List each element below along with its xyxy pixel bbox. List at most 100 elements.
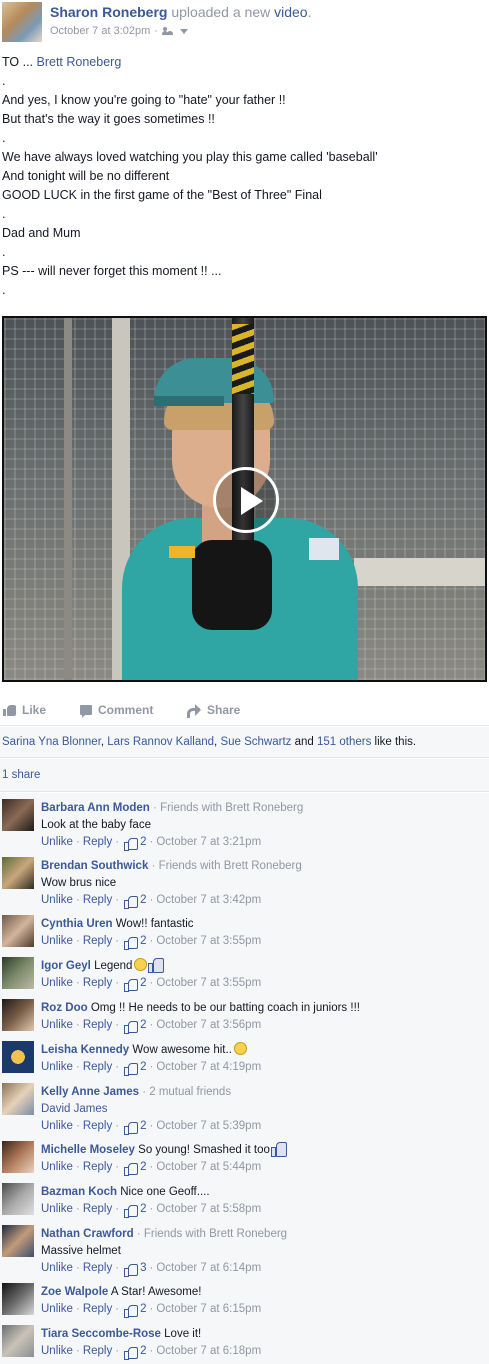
comment-button[interactable]: Comment [80,703,489,718]
avatar[interactable] [2,1283,34,1315]
unlike-link[interactable]: Unlike [41,933,73,950]
avatar[interactable] [2,1325,34,1357]
commenter-name[interactable]: Leisha Kennedy [41,1044,129,1056]
unlike-link[interactable]: Unlike [41,1059,73,1076]
comment-timestamp[interactable]: October 7 at 6:14pm [156,1260,261,1277]
comment-timestamp[interactable]: October 7 at 6:15pm [156,1301,261,1318]
commenter-name[interactable]: Cynthia Uren [41,918,113,930]
likes-others-link[interactable]: 151 others [317,736,371,748]
unlike-link[interactable]: Unlike [41,834,73,851]
friends-icon[interactable] [161,26,174,36]
reply-link[interactable]: Reply [83,975,112,992]
action-suffix: . [307,4,312,20]
comment-like-count[interactable]: 2 [140,1201,146,1218]
unlike-link[interactable]: Unlike [41,1118,73,1135]
comment-like-count[interactable]: 2 [140,1017,146,1034]
comment-item: Cynthia Uren Wow!! fantastic Unlike · Rep… [0,909,489,951]
comment-timestamp[interactable]: October 7 at 5:44pm [156,1159,261,1176]
commenter-name[interactable]: Bazman Koch [41,1186,117,1198]
share-button[interactable]: Share [187,703,240,718]
video-player[interactable] [2,316,487,682]
avatar[interactable] [2,1225,34,1257]
post-timestamp[interactable]: October 7 at 3:02pm [50,25,150,37]
avatar[interactable] [2,1041,34,1073]
reply-link[interactable]: Reply [83,1201,112,1218]
chevron-down-icon[interactable] [179,28,188,34]
author-name[interactable]: Sharon Roneberg [50,4,167,20]
avatar[interactable] [2,915,34,947]
comment-timestamp[interactable]: October 7 at 5:39pm [156,1118,261,1135]
comment-text: Love it! [164,1328,202,1340]
unlike-link[interactable]: Unlike [41,1260,73,1277]
comment-meta: Unlike · Reply · 2 · October 7 at 5:58pm [41,1201,487,1218]
comment-like-count[interactable]: 2 [140,1118,146,1135]
reply-link[interactable]: Reply [83,892,112,909]
comment-like-count[interactable]: 2 [140,975,146,992]
video-link[interactable]: video [274,4,307,20]
grin-emoji-icon [134,958,148,971]
reply-link[interactable]: Reply [83,1159,112,1176]
unlike-link[interactable]: Unlike [41,1159,73,1176]
commenter-name[interactable]: Igor Geyl [41,960,91,972]
liker-link[interactable]: Sarina Yna Blonner [2,736,101,748]
like-button[interactable]: Like [3,703,46,717]
comment-like-count[interactable]: 2 [140,1159,146,1176]
comment-timestamp[interactable]: October 7 at 3:42pm [156,892,261,909]
unlike-link[interactable]: Unlike [41,1201,73,1218]
commenter-name[interactable]: Michelle Moseley [41,1144,135,1156]
shares-link[interactable]: 1 share [2,769,40,781]
liker-link[interactable]: Lars Rannov Kalland [107,736,214,748]
comment-text: A Star! Awesome! [110,1286,202,1298]
unlike-link[interactable]: Unlike [41,975,73,992]
unlike-link[interactable]: Unlike [41,1301,73,1318]
comment-like-count[interactable]: 2 [140,1343,146,1360]
reply-link[interactable]: Reply [83,933,112,950]
comment-timestamp[interactable]: October 7 at 5:58pm [156,1201,261,1218]
tagged-person-link[interactable]: Brett Roneberg [37,55,122,69]
reply-link[interactable]: Reply [83,1059,112,1076]
avatar[interactable] [2,1083,34,1115]
play-icon[interactable] [213,467,279,533]
reply-link[interactable]: Reply [83,1301,112,1318]
comment-timestamp[interactable]: October 7 at 3:55pm [156,933,261,950]
comment-like-count[interactable]: 3 [140,1260,146,1277]
unlike-link[interactable]: Unlike [41,1017,73,1034]
avatar[interactable] [2,957,34,989]
avatar[interactable] [2,857,34,889]
author-avatar[interactable] [2,2,42,42]
commenter-name[interactable]: Tiara Seccombe-Rose [41,1328,161,1340]
commenter-name[interactable]: Kelly Anne James [41,1086,139,1098]
comment-like-count[interactable]: 2 [140,892,146,909]
avatar[interactable] [2,1183,34,1215]
commenter-name[interactable]: Roz Doo [41,1002,88,1014]
commenter-name[interactable]: Barbara Ann Moden [41,802,150,814]
commenter-name[interactable]: Nathan Crawford [41,1228,134,1240]
unlike-link[interactable]: Unlike [41,892,73,909]
unlike-link[interactable]: Unlike [41,1343,73,1360]
comment-body: Zoe Walpole A Star! Awesome! Unlike · Rep… [41,1284,487,1318]
avatar[interactable] [2,1141,34,1173]
reply-link[interactable]: Reply [83,834,112,851]
comment-timestamp[interactable]: October 7 at 3:56pm [156,1017,261,1034]
liker-link[interactable]: Sue Schwartz [220,736,291,748]
comment-timestamp[interactable]: October 7 at 6:18pm [156,1343,261,1360]
commenter-name[interactable]: Brendan Southwick [41,860,148,872]
comment-timestamp[interactable]: October 7 at 3:21pm [156,834,261,851]
avatar[interactable] [2,999,34,1031]
commenter-name[interactable]: Zoe Walpole [41,1286,108,1298]
comment-text: Wow awesome hit.. [132,1044,232,1056]
reply-link[interactable]: Reply [83,1017,112,1034]
comment-timestamp[interactable]: October 7 at 3:55pm [156,975,261,992]
dot-separator: · [115,1120,120,1132]
reply-link[interactable]: Reply [83,1260,112,1277]
tagged-person-link[interactable]: David James [41,1103,107,1115]
avatar[interactable] [2,799,34,831]
comment-like-count[interactable]: 2 [140,1059,146,1076]
reply-link[interactable]: Reply [83,1118,112,1135]
comment-timestamp[interactable]: October 7 at 4:19pm [156,1059,261,1076]
comment-like-count[interactable]: 2 [140,933,146,950]
comment-like-count[interactable]: 2 [140,1301,146,1318]
reply-link[interactable]: Reply [83,1343,112,1360]
comment-like-count[interactable]: 2 [140,834,146,851]
thumbs-up-icon [3,704,16,716]
